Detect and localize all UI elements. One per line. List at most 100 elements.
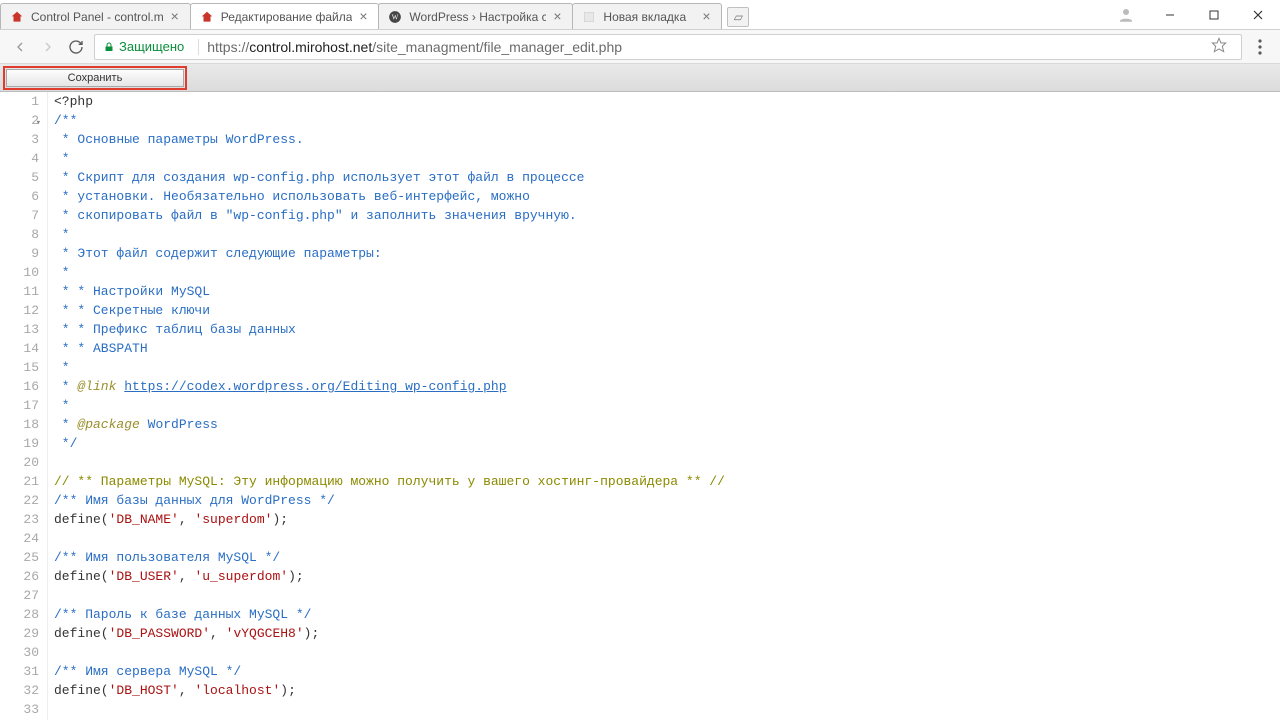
line-number: 25 bbox=[0, 548, 39, 567]
line-number: 16 bbox=[0, 377, 39, 396]
line-number: 27 bbox=[0, 586, 39, 605]
window-maximize-button[interactable] bbox=[1192, 0, 1236, 30]
window-minimize-button[interactable] bbox=[1148, 0, 1192, 30]
code-line[interactable]: */ bbox=[54, 434, 1280, 453]
code-line[interactable]: * Основные параметры WordPress. bbox=[54, 130, 1280, 149]
code-line[interactable]: /** bbox=[54, 111, 1280, 130]
nav-back-button[interactable] bbox=[6, 33, 34, 61]
code-line[interactable] bbox=[54, 453, 1280, 472]
tab-title: Control Panel - control.m bbox=[31, 10, 164, 24]
nav-reload-button[interactable] bbox=[62, 33, 90, 61]
code-line[interactable]: * bbox=[54, 225, 1280, 244]
line-number: 10 bbox=[0, 263, 39, 282]
new-tab-button[interactable]: ▱ bbox=[727, 7, 749, 27]
code-content[interactable]: <?php/** * Основные параметры WordPress.… bbox=[48, 92, 1280, 720]
code-line[interactable]: * Этот файл содержит следующие параметры… bbox=[54, 244, 1280, 263]
bookmark-star-icon[interactable] bbox=[1211, 37, 1227, 56]
line-number: 15 bbox=[0, 358, 39, 377]
line-number: 24 bbox=[0, 529, 39, 548]
browser-tab[interactable]: W WordPress › Настройка с × bbox=[378, 3, 573, 29]
line-number: 21 bbox=[0, 472, 39, 491]
code-line[interactable]: <?php bbox=[54, 92, 1280, 111]
tab-title: Редактирование файла bbox=[221, 10, 353, 24]
line-number: 7 bbox=[0, 206, 39, 225]
line-number-gutter: 12▾3456789101112131415161718192021222324… bbox=[0, 92, 48, 720]
line-number: 29 bbox=[0, 624, 39, 643]
tab-close-icon[interactable]: × bbox=[550, 10, 564, 24]
nav-forward-button[interactable] bbox=[34, 33, 62, 61]
profile-avatar-icon[interactable] bbox=[1104, 0, 1148, 30]
line-number: 14 bbox=[0, 339, 39, 358]
line-number: 31 bbox=[0, 662, 39, 681]
code-line[interactable]: define('DB_NAME', 'superdom'); bbox=[54, 510, 1280, 529]
lock-icon bbox=[103, 41, 115, 53]
tab-favicon-icon: W bbox=[387, 9, 403, 25]
save-button[interactable]: Сохранить bbox=[6, 69, 184, 87]
line-number: 28 bbox=[0, 605, 39, 624]
url-separator bbox=[198, 39, 199, 55]
code-line[interactable]: /** Имя сервера MySQL */ bbox=[54, 662, 1280, 681]
browser-tab[interactable]: Редактирование файла× bbox=[190, 3, 380, 29]
tab-title: WordPress › Настройка с bbox=[409, 10, 546, 24]
code-line[interactable]: * bbox=[54, 396, 1280, 415]
line-number: 18 bbox=[0, 415, 39, 434]
code-line[interactable]: /** Имя базы данных для WordPress */ bbox=[54, 491, 1280, 510]
code-line[interactable]: * @link https://codex.wordpress.org/Edit… bbox=[54, 377, 1280, 396]
tab-close-icon[interactable]: × bbox=[168, 10, 182, 24]
line-number: 12 bbox=[0, 301, 39, 320]
code-line[interactable]: define('DB_PASSWORD', 'vYQGCEH8'); bbox=[54, 624, 1280, 643]
code-line[interactable]: /** Пароль к базе данных MySQL */ bbox=[54, 605, 1280, 624]
line-number: 9 bbox=[0, 244, 39, 263]
code-line[interactable]: * bbox=[54, 358, 1280, 377]
line-number: 1 bbox=[0, 92, 39, 111]
code-line[interactable]: * Скрипт для создания wp-config.php испо… bbox=[54, 168, 1280, 187]
line-number: 23 bbox=[0, 510, 39, 529]
browser-tabs: Control Panel - control.m×Редактирование… bbox=[0, 0, 1104, 29]
line-number: 11 bbox=[0, 282, 39, 301]
code-line[interactable] bbox=[54, 700, 1280, 719]
code-line[interactable]: * bbox=[54, 149, 1280, 168]
code-line[interactable]: /** Имя пользователя MySQL */ bbox=[54, 548, 1280, 567]
code-editor[interactable]: 12▾3456789101112131415161718192021222324… bbox=[0, 92, 1280, 720]
code-line[interactable]: * @package WordPress bbox=[54, 415, 1280, 434]
code-line[interactable] bbox=[54, 529, 1280, 548]
code-line[interactable]: * bbox=[54, 263, 1280, 282]
tab-close-icon[interactable]: × bbox=[699, 10, 713, 24]
code-line[interactable]: define('DB_USER', 'u_superdom'); bbox=[54, 567, 1280, 586]
file-editor-toolbar: Сохранить bbox=[0, 64, 1280, 92]
tab-title: Новая вкладка bbox=[603, 10, 695, 24]
line-number: 5 bbox=[0, 168, 39, 187]
browser-menu-button[interactable] bbox=[1246, 33, 1274, 61]
browser-tab[interactable]: Control Panel - control.m × bbox=[0, 3, 191, 29]
tab-favicon-icon bbox=[9, 9, 25, 25]
code-line[interactable]: * * Префикс таблиц базы данных bbox=[54, 320, 1280, 339]
code-line[interactable]: * скопировать файл в "wp-config.php" и з… bbox=[54, 206, 1280, 225]
line-number: 13 bbox=[0, 320, 39, 339]
browser-address-bar: Защищено https://control.mirohost.net/si… bbox=[0, 30, 1280, 64]
code-line[interactable]: * * Настройки MySQL bbox=[54, 282, 1280, 301]
svg-text:W: W bbox=[392, 13, 399, 21]
line-number: 32 bbox=[0, 681, 39, 700]
secure-badge: Защищено bbox=[103, 39, 184, 54]
code-line[interactable]: * установки. Необязательно использовать … bbox=[54, 187, 1280, 206]
tab-close-icon[interactable]: × bbox=[356, 10, 370, 24]
code-line[interactable] bbox=[54, 643, 1280, 662]
line-number: 6 bbox=[0, 187, 39, 206]
line-number: 20 bbox=[0, 453, 39, 472]
line-number: 33 bbox=[0, 700, 39, 719]
url-field[interactable]: Защищено https://control.mirohost.net/si… bbox=[94, 34, 1242, 60]
save-button-highlight: Сохранить bbox=[3, 66, 187, 90]
line-number: 17 bbox=[0, 396, 39, 415]
window-controls bbox=[1148, 0, 1280, 29]
line-number: 26 bbox=[0, 567, 39, 586]
code-line[interactable]: * * ABSPATH bbox=[54, 339, 1280, 358]
window-close-button[interactable] bbox=[1236, 0, 1280, 30]
browser-tab[interactable]: Новая вкладка × bbox=[572, 3, 722, 29]
code-line[interactable] bbox=[54, 586, 1280, 605]
code-line[interactable]: // ** Параметры MySQL: Эту информацию мо… bbox=[54, 472, 1280, 491]
line-number: 8 bbox=[0, 225, 39, 244]
code-line[interactable]: * * Секретные ключи bbox=[54, 301, 1280, 320]
line-number: 3 bbox=[0, 130, 39, 149]
tab-favicon-icon bbox=[199, 9, 215, 25]
code-line[interactable]: define('DB_HOST', 'localhost'); bbox=[54, 681, 1280, 700]
